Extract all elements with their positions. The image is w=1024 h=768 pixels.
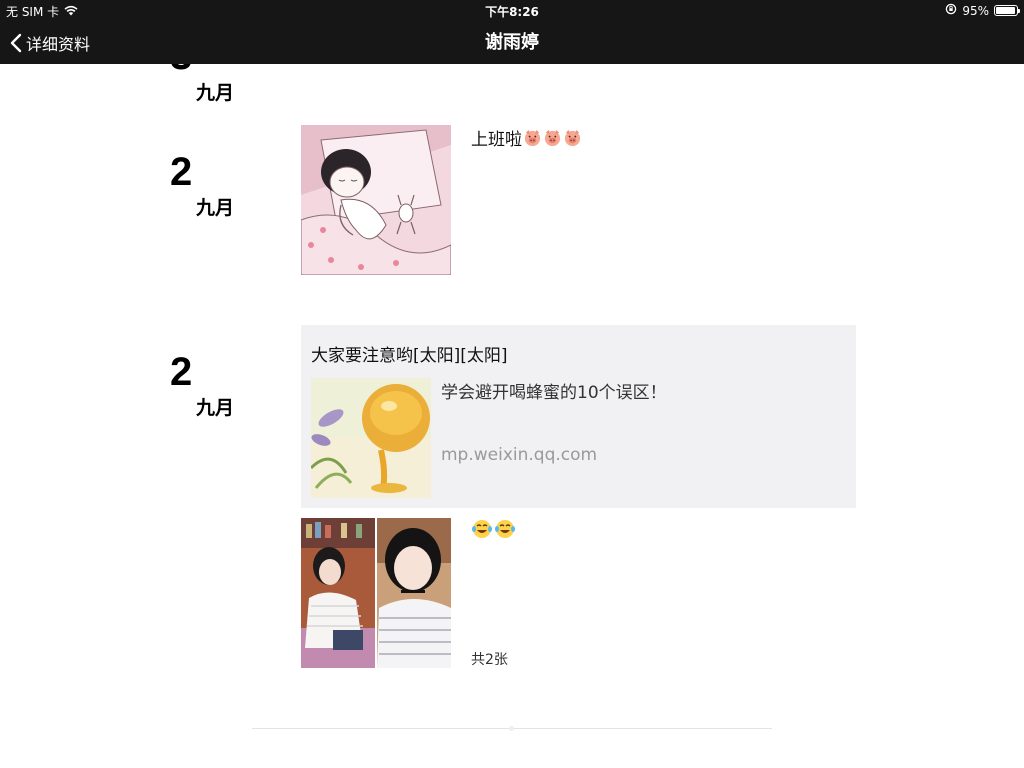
article-title: 学会避开喝蜂蜜的10个误区！ bbox=[441, 383, 667, 403]
tears-of-joy-icon bbox=[495, 520, 515, 538]
date-day: 2 bbox=[170, 150, 193, 194]
chevron-left-icon bbox=[10, 33, 22, 53]
article-domain: mp.weixin.qq.com bbox=[441, 445, 598, 465]
date-month: 九月 bbox=[196, 197, 235, 219]
battery-percent: 95% bbox=[962, 3, 989, 18]
orientation-lock-icon bbox=[945, 3, 957, 18]
date-day: 2 bbox=[170, 350, 193, 394]
share-caption: 大家要注意哟[太阳][太阳] bbox=[311, 346, 508, 366]
photo-collage bbox=[301, 518, 451, 668]
tears-of-joy-icon bbox=[472, 520, 492, 538]
back-button[interactable]: 详细资料 bbox=[10, 22, 90, 64]
article-thumbnail bbox=[311, 378, 431, 498]
pig-face-icon bbox=[544, 129, 561, 147]
moments-timeline[interactable]: 3 九月 2 九月 上班啦 bbox=[0, 64, 1024, 768]
cartoon-illustration bbox=[301, 125, 451, 275]
pig-face-icon bbox=[564, 129, 581, 147]
end-divider-dot bbox=[509, 726, 514, 731]
date-month: 九月 bbox=[196, 397, 235, 419]
post-emoji-text bbox=[471, 518, 516, 540]
battery-fill bbox=[996, 7, 1015, 14]
pig-face-icon bbox=[524, 129, 541, 147]
post-photo-collage[interactable] bbox=[301, 518, 451, 668]
page-title: 谢雨婷 bbox=[485, 32, 539, 53]
post-image-cartoon[interactable] bbox=[301, 125, 451, 275]
battery-icon bbox=[994, 5, 1020, 16]
navigation-bar: 详细资料 谢雨婷 bbox=[0, 22, 1024, 64]
status-right: 95% bbox=[945, 3, 1020, 18]
back-button-label: 详细资料 bbox=[26, 35, 91, 54]
date-month: 九月 bbox=[196, 82, 235, 104]
shared-article-card[interactable]: 大家要注意哟[太阳][太阳] 学会避开喝蜂蜜的10个误区！ mp.weixin.… bbox=[301, 325, 856, 508]
photo-count: 共2张 bbox=[471, 652, 508, 668]
date-day: 3 bbox=[170, 64, 192, 79]
honey-jar-image bbox=[311, 378, 431, 498]
post-text: 上班啦 bbox=[471, 125, 582, 150]
status-time: 下午8:26 bbox=[485, 5, 539, 19]
post-text-content: 上班啦 bbox=[471, 130, 522, 150]
status-bar: 无 SIM 卡 下午8:26 95% bbox=[0, 0, 1024, 22]
